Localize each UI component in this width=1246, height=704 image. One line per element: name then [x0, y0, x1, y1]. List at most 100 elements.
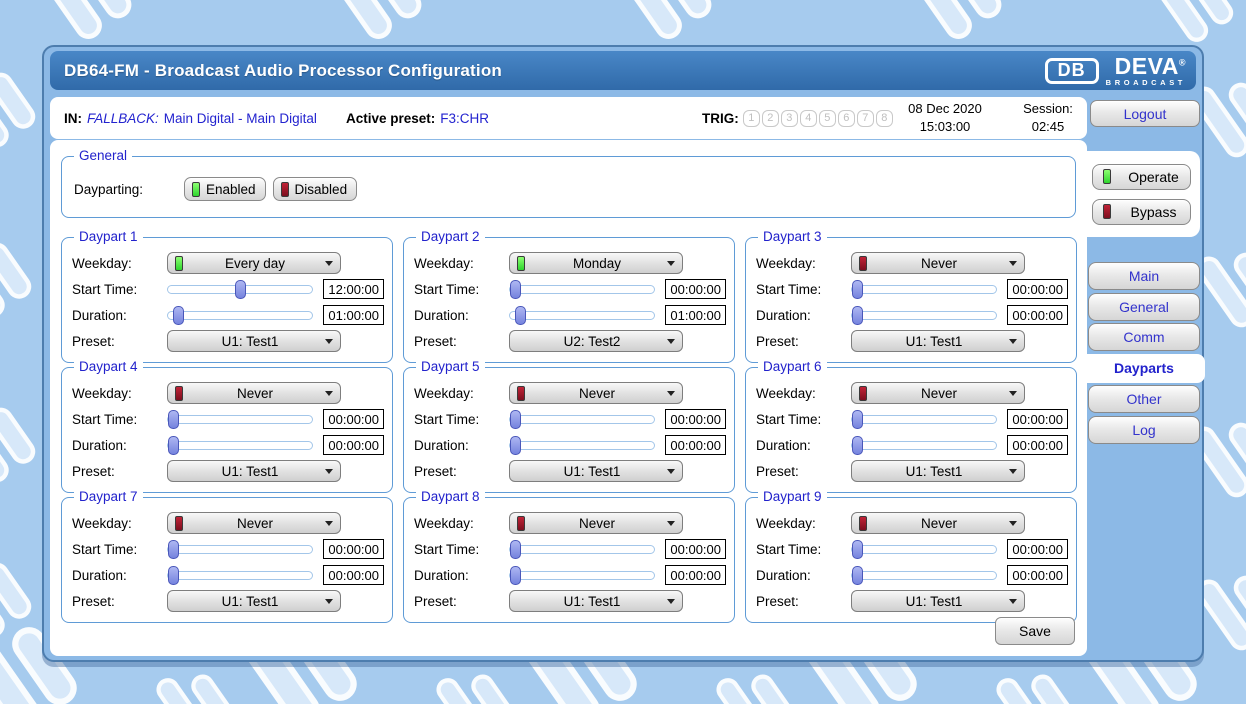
duration-value: 00:00:00 — [1007, 305, 1068, 325]
start-time-value: 00:00:00 — [665, 539, 726, 559]
preset-select[interactable]: U2: Test2 — [509, 330, 683, 352]
duration-slider[interactable] — [167, 311, 314, 320]
logout-button[interactable]: Logout — [1090, 100, 1200, 127]
weekday-led-icon — [175, 256, 183, 271]
dayparting-enabled-button[interactable]: Enabled — [184, 177, 266, 201]
chevron-down-icon — [325, 599, 333, 604]
slider-thumb[interactable] — [515, 306, 526, 325]
start-time-slider[interactable] — [167, 415, 314, 424]
trig-button-3[interactable]: 3 — [781, 110, 798, 127]
preset-select[interactable]: U1: Test1 — [167, 330, 341, 352]
trig-buttons: 12345678 — [743, 110, 893, 127]
trig-button-4[interactable]: 4 — [800, 110, 817, 127]
duration-value: 00:00:00 — [323, 565, 384, 585]
start-time-label: Start Time: — [72, 542, 165, 557]
slider-thumb[interactable] — [235, 280, 246, 299]
start-time-slider[interactable] — [509, 285, 656, 294]
start-time-slider[interactable] — [509, 545, 656, 554]
input-status: IN: FALLBACK: Main Digital - Main Digita… — [64, 97, 322, 139]
start-time-label: Start Time: — [72, 412, 165, 427]
slider-thumb[interactable] — [852, 280, 863, 299]
operate-button[interactable]: Operate — [1092, 164, 1191, 190]
start-time-label: Start Time: — [756, 412, 849, 427]
bypass-button[interactable]: Bypass — [1092, 199, 1191, 225]
sidebar-item-comm[interactable]: Comm — [1088, 323, 1200, 351]
sidebar-item-general[interactable]: General — [1088, 293, 1200, 321]
weekday-select[interactable]: Never — [851, 382, 1025, 404]
chevron-down-icon — [667, 599, 675, 604]
weekday-select[interactable]: Never — [851, 252, 1025, 274]
preset-label: Preset: — [72, 464, 167, 479]
start-time-slider[interactable] — [167, 545, 314, 554]
slider-thumb[interactable] — [173, 306, 184, 325]
status-bar: IN: FALLBACK: Main Digital - Main Digita… — [50, 97, 1087, 139]
start-time-slider[interactable] — [851, 415, 998, 424]
trig-button-7[interactable]: 7 — [857, 110, 874, 127]
duration-slider[interactable] — [509, 441, 656, 450]
weekday-label: Weekday: — [72, 256, 167, 271]
slider-thumb[interactable] — [852, 540, 863, 559]
save-button[interactable]: Save — [995, 617, 1075, 645]
weekday-value: Every day — [185, 256, 325, 271]
weekday-select[interactable]: Never — [851, 512, 1025, 534]
weekday-select[interactable]: Never — [167, 382, 341, 404]
start-time-slider[interactable] — [851, 285, 998, 294]
dayparting-disabled-button[interactable]: Disabled — [273, 177, 358, 201]
preset-select[interactable]: U1: Test1 — [509, 460, 683, 482]
start-time-slider[interactable] — [509, 415, 656, 424]
slider-thumb[interactable] — [852, 566, 863, 585]
slider-thumb[interactable] — [852, 410, 863, 429]
preset-select[interactable]: U1: Test1 — [851, 460, 1025, 482]
preset-select[interactable]: U1: Test1 — [851, 590, 1025, 612]
weekday-select[interactable]: Never — [167, 512, 341, 534]
sidebar-item-log[interactable]: Log — [1088, 416, 1200, 444]
slider-thumb[interactable] — [852, 306, 863, 325]
duration-slider[interactable] — [851, 571, 998, 580]
slider-thumb[interactable] — [510, 410, 521, 429]
daypart-fieldset: Daypart 4 Weekday: Never Start Time: 00:… — [61, 367, 393, 493]
start-time-value: 00:00:00 — [323, 409, 384, 429]
duration-slider[interactable] — [509, 311, 656, 320]
slider-thumb[interactable] — [510, 280, 521, 299]
preset-select[interactable]: U1: Test1 — [167, 460, 341, 482]
slider-thumb[interactable] — [168, 540, 179, 559]
sidebar-item-main[interactable]: Main — [1088, 262, 1200, 290]
trig-button-2[interactable]: 2 — [762, 110, 779, 127]
duration-slider[interactable] — [509, 571, 656, 580]
weekday-select[interactable]: Never — [509, 382, 683, 404]
start-time-slider[interactable] — [167, 285, 314, 294]
weekday-select[interactable]: Every day — [167, 252, 341, 274]
slider-thumb[interactable] — [852, 436, 863, 455]
slider-thumb[interactable] — [168, 410, 179, 429]
active-preset-value: F3:CHR — [440, 111, 489, 126]
general-fieldset: General Dayparting: Enabled Disabled — [61, 156, 1076, 218]
sidebar-item-other[interactable]: Other — [1088, 385, 1200, 413]
duration-value: 00:00:00 — [1007, 565, 1068, 585]
preset-select[interactable]: U1: Test1 — [167, 590, 341, 612]
duration-slider[interactable] — [851, 441, 998, 450]
duration-slider[interactable] — [167, 571, 314, 580]
trig-button-1[interactable]: 1 — [743, 110, 760, 127]
duration-slider[interactable] — [167, 441, 314, 450]
start-time-slider[interactable] — [851, 545, 998, 554]
trig-button-5[interactable]: 5 — [819, 110, 836, 127]
duration-slider[interactable] — [851, 311, 998, 320]
weekday-label: Weekday: — [756, 256, 851, 271]
preset-select[interactable]: U1: Test1 — [851, 330, 1025, 352]
weekday-select[interactable]: Never — [509, 512, 683, 534]
weekday-value: Never — [527, 516, 667, 531]
preset-select[interactable]: U1: Test1 — [509, 590, 683, 612]
duration-label: Duration: — [756, 438, 849, 453]
preset-value: U2: Test2 — [517, 334, 667, 349]
preset-value: U1: Test1 — [175, 464, 325, 479]
slider-thumb[interactable] — [510, 540, 521, 559]
slider-thumb[interactable] — [168, 436, 179, 455]
slider-thumb[interactable] — [510, 566, 521, 585]
preset-value: U1: Test1 — [859, 334, 1009, 349]
slider-thumb[interactable] — [168, 566, 179, 585]
red-led-icon — [281, 182, 289, 197]
weekday-select[interactable]: Monday — [509, 252, 683, 274]
slider-thumb[interactable] — [510, 436, 521, 455]
sidebar-item-dayparts[interactable]: Dayparts — [1083, 354, 1205, 383]
trig-button-6[interactable]: 6 — [838, 110, 855, 127]
